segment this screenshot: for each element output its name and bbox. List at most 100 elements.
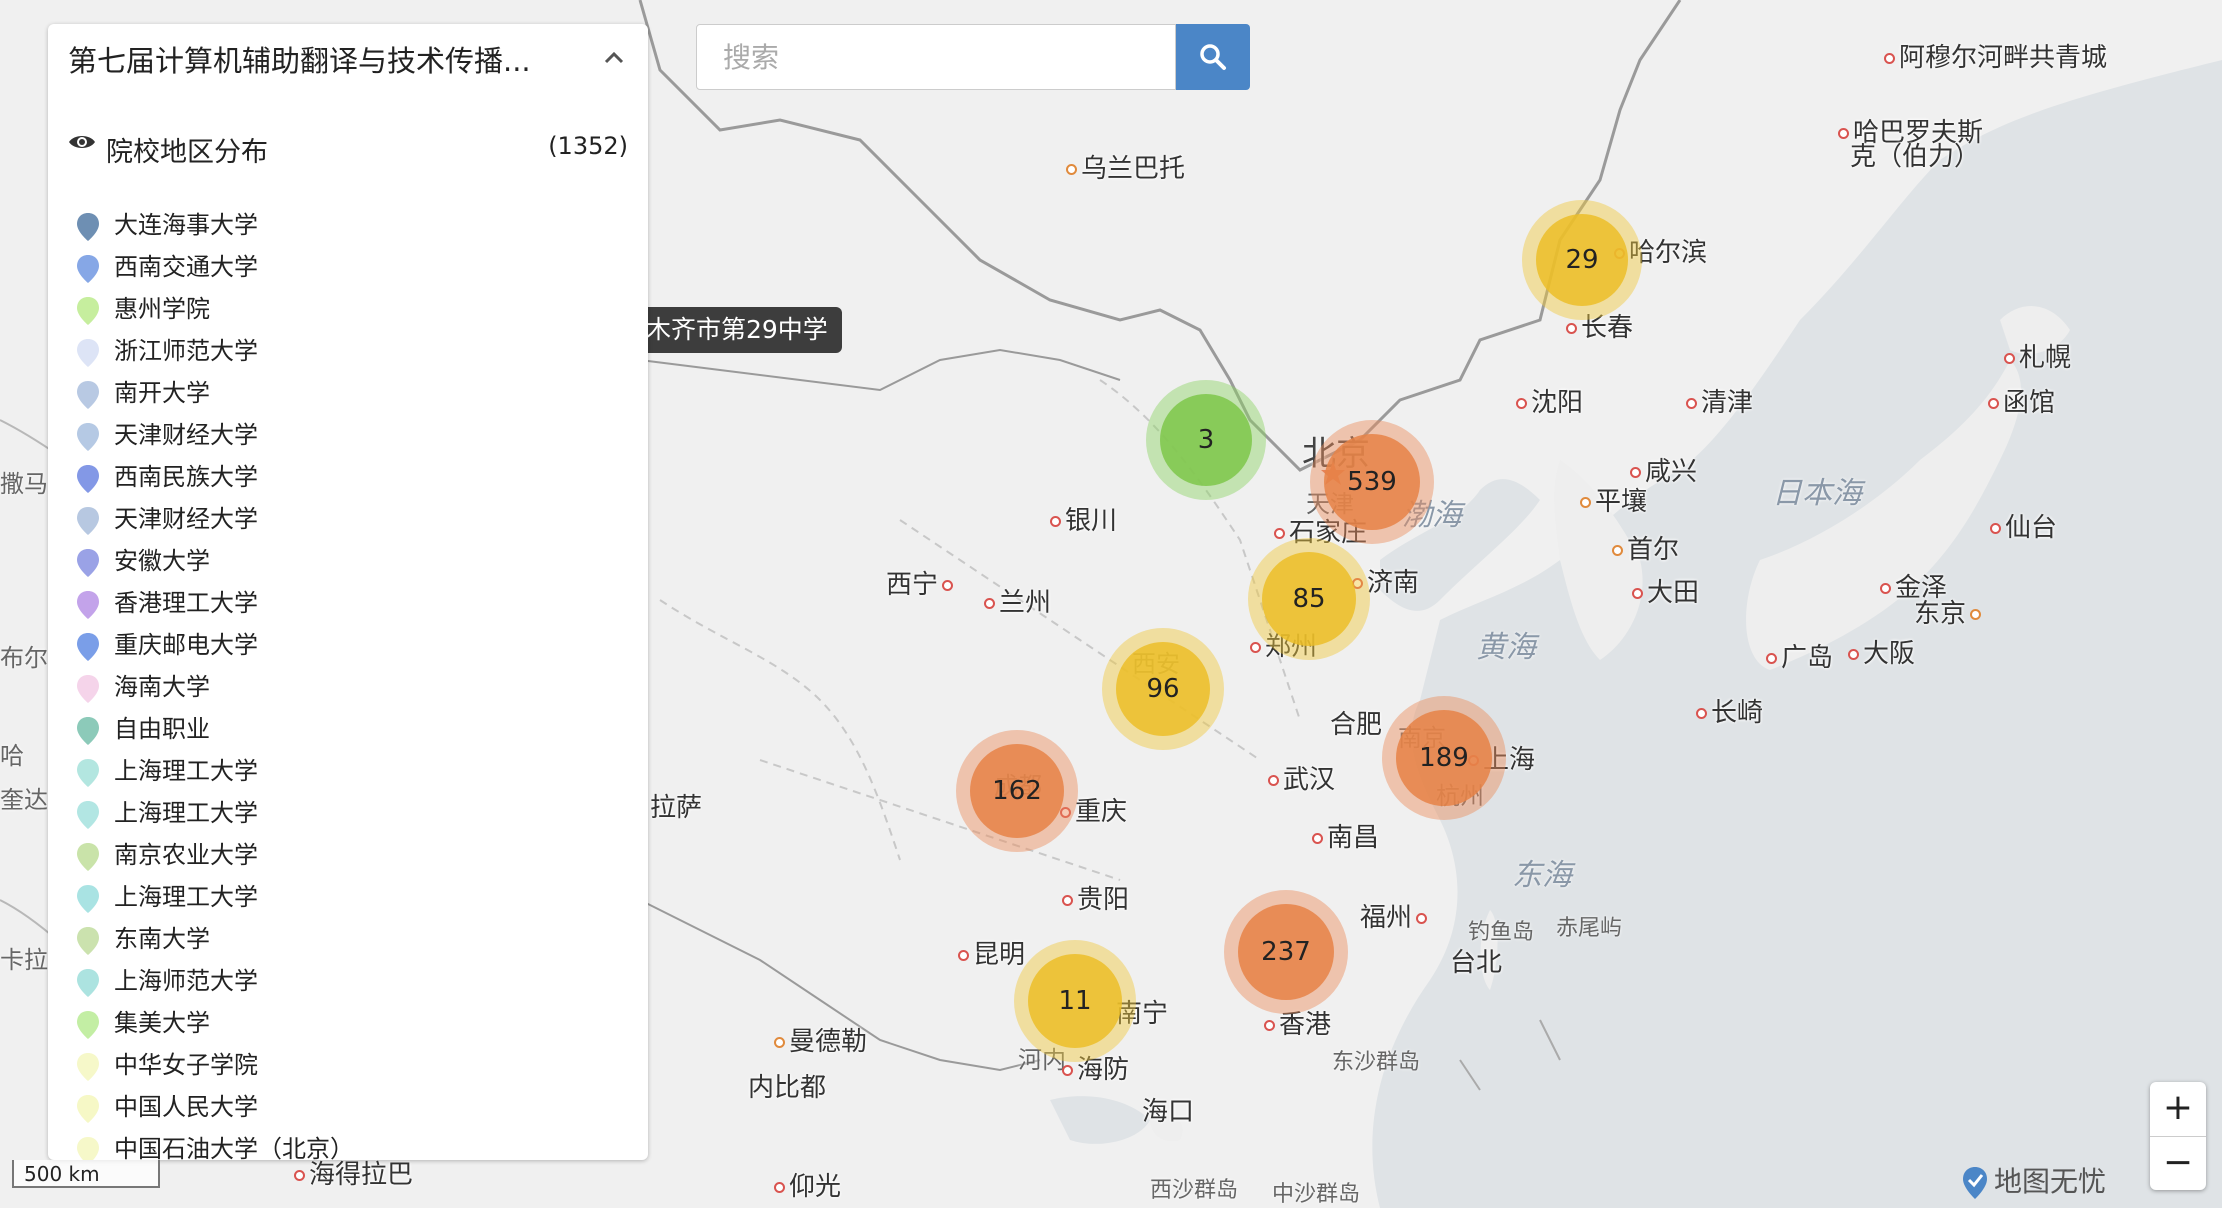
legend-item[interactable]: 上海理工大学: [74, 750, 638, 792]
cluster-marker[interactable]: 96: [1102, 628, 1224, 750]
map-pin-icon: [77, 465, 99, 493]
city-pyongyang: 平壤: [1580, 487, 1647, 517]
map-pin-icon: [77, 1053, 99, 1081]
city-seoul: 首尔: [1612, 535, 1679, 565]
map-pin-icon: [77, 633, 99, 661]
legend-item[interactable]: 大连海事大学: [74, 204, 638, 246]
cluster-count: 29: [1536, 214, 1628, 306]
city-sendai: 仙台: [1990, 513, 2057, 543]
map-pin-logo-icon: [1963, 1167, 1987, 1199]
search-icon: [1200, 44, 1226, 70]
legend-item[interactable]: 安徽大学: [74, 540, 638, 582]
legend-item[interactable]: 东南大学: [74, 918, 638, 960]
legend-item[interactable]: 集美大学: [74, 1002, 638, 1044]
legend-item-label: 上海理工大学: [114, 883, 258, 911]
legend-item[interactable]: 海南大学: [74, 666, 638, 708]
edge-label-3: 奎达: [0, 786, 48, 814]
legend-item[interactable]: 西南民族大学: [74, 456, 638, 498]
legend-item-label: 中国人民大学: [114, 1093, 258, 1121]
map-pin-icon: [77, 423, 99, 451]
legend-item-label: 浙江师范大学: [114, 337, 258, 365]
legend-item[interactable]: 浙江师范大学: [74, 330, 638, 372]
legend-item-label: 自由职业: [114, 715, 210, 743]
scale-bar: 500 km: [12, 1160, 160, 1188]
cluster-count: 189: [1396, 710, 1492, 806]
city-naypyidaw: 内比都: [748, 1073, 827, 1103]
map-pin-icon: [77, 255, 99, 283]
legend-item[interactable]: 南京农业大学: [74, 834, 638, 876]
legend-item[interactable]: 天津财经大学: [74, 498, 638, 540]
city-mandalay: 曼德勒: [774, 1027, 867, 1057]
city-taibei: 台北: [1450, 948, 1503, 978]
cluster-marker[interactable]: 162: [956, 730, 1078, 852]
brand-logo: 地图无忧: [1962, 1160, 2106, 1200]
brand-text: 地图无忧: [1994, 1165, 2107, 1198]
city-xining: 西宁: [886, 570, 954, 600]
layer-count: (1352): [548, 132, 628, 160]
city-kiyotsu: 清津: [1686, 388, 1753, 418]
map-pin-icon: [77, 591, 99, 619]
legend-item[interactable]: 中国人民大学: [74, 1086, 638, 1128]
cluster-count: 11: [1028, 954, 1122, 1048]
layer-toggle-row[interactable]: 院校地区分布 (1352): [68, 128, 628, 168]
map-pin-icon: [77, 297, 99, 325]
legend-item[interactable]: 上海师范大学: [74, 960, 638, 1002]
legend-item[interactable]: 中华女子学院: [74, 1044, 638, 1086]
map-pin-icon: [77, 549, 99, 577]
legend-item[interactable]: 西南交通大学: [74, 246, 638, 288]
city-haikou: 海口: [1142, 1097, 1195, 1127]
edge-label-1: 布尔: [0, 644, 48, 672]
island-label-diaoyu: 钓鱼岛: [1468, 920, 1535, 945]
map-pin-icon: [77, 927, 99, 955]
city-tokyo: 东京: [1914, 599, 1982, 629]
map-pin-icon: [77, 339, 99, 367]
legend-item[interactable]: 上海理工大学: [74, 792, 638, 834]
city-amur: 阿穆尔河畔共青城: [1884, 43, 2107, 73]
legend-item[interactable]: 南开大学: [74, 372, 638, 414]
eye-icon[interactable]: [68, 132, 96, 152]
cluster-marker[interactable]: 11: [1014, 940, 1136, 1062]
cluster-marker[interactable]: 29: [1522, 200, 1642, 320]
map-pin-icon: [77, 843, 99, 871]
search-button[interactable]: [1176, 24, 1250, 90]
legend-item[interactable]: 上海理工大学: [74, 876, 638, 918]
city-wuhan: 武汉: [1268, 765, 1335, 795]
city-xianxing: 咸兴: [1630, 457, 1697, 487]
chevron-up-icon[interactable]: [600, 44, 628, 72]
city-hakodate: 函馆: [1988, 388, 2055, 418]
city-lhasa: 拉萨: [650, 793, 703, 823]
legend-item[interactable]: 重庆邮电大学: [74, 624, 638, 666]
cluster-count: 85: [1262, 552, 1356, 646]
city-kunming: 昆明: [958, 940, 1025, 970]
cluster-marker[interactable]: 3: [1146, 380, 1266, 500]
cluster-marker[interactable]: 189: [1382, 696, 1506, 820]
city-sapporo: 札幌: [2004, 343, 2071, 373]
legend-item[interactable]: 天津财经大学: [74, 414, 638, 456]
layer-panel: 第七届计算机辅助翻译与技术传播... 院校地区分布 (1352) 大连海事大学西…: [48, 24, 648, 1160]
cluster-marker[interactable]: 85: [1248, 538, 1370, 660]
legend-item-label: 香港理工大学: [114, 589, 258, 617]
legend-item[interactable]: 香港理工大学: [74, 582, 638, 624]
legend-item[interactable]: 中国石油大学（北京）: [74, 1128, 638, 1160]
zoom-out-button[interactable]: −: [2150, 1137, 2206, 1191]
legend-item-label: 上海理工大学: [114, 799, 258, 827]
cluster-count: 237: [1238, 904, 1334, 1000]
cluster-marker[interactable]: 539: [1310, 420, 1434, 544]
legend-item[interactable]: 自由职业: [74, 708, 638, 750]
island-label-chiwei: 赤尾屿: [1556, 916, 1623, 941]
legend-item-label: 西南交通大学: [114, 253, 258, 281]
legend-item-label: 中华女子学院: [114, 1051, 258, 1079]
city-osaka: 大阪: [1848, 639, 1915, 669]
cluster-count: 96: [1116, 642, 1210, 736]
legend-item-label: 中国石油大学（北京）: [114, 1135, 354, 1160]
cluster-count: 539: [1324, 434, 1420, 530]
map-pin-icon: [77, 1011, 99, 1039]
legend-item[interactable]: 惠州学院: [74, 288, 638, 330]
zoom-in-button[interactable]: +: [2150, 1082, 2206, 1137]
search-input[interactable]: [721, 25, 1165, 89]
cluster-marker[interactable]: 237: [1224, 890, 1348, 1014]
marker-tooltip: 木齐市第29中学: [632, 307, 842, 353]
city-yangon: 仰光: [774, 1172, 841, 1202]
city-fuzhou: 福州: [1360, 903, 1428, 933]
city-yinchuan: 银川: [1050, 506, 1117, 536]
